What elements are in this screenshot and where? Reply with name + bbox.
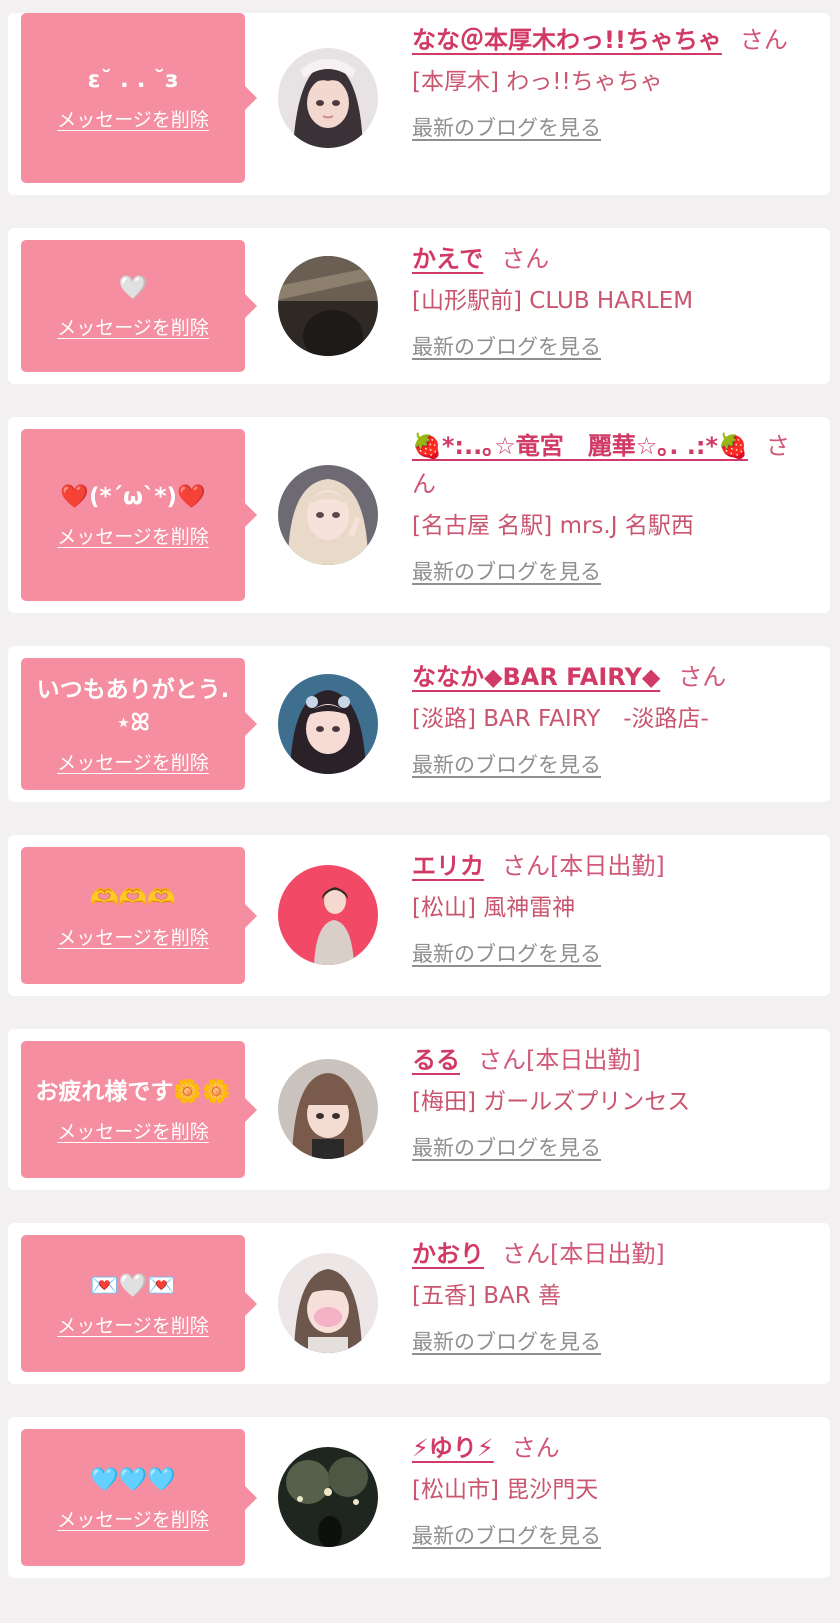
- avatar[interactable]: [278, 256, 378, 356]
- message-text: ε˘ . . ˘з: [87, 67, 179, 93]
- avatar-photo: [278, 48, 378, 148]
- message-text: 🫶🫶🫶: [90, 884, 176, 911]
- message-text: お疲れ様です🌼🌼: [35, 1078, 231, 1105]
- message-card: いつもありがとう.⋆ꕤ メッセージを削除 ななか◆BAR FAIRY◆ さん [淡…: [8, 646, 830, 802]
- shop-name: [松山] 風神雷神: [412, 895, 576, 921]
- view-blog-link[interactable]: 最新のブログを見る: [412, 1521, 601, 1551]
- message-card: 🫶🫶🫶 メッセージを削除 エリカ さん[本日出勤] [松山] 風神雷神 最新のブロ…: [8, 835, 830, 996]
- honorific: さん: [678, 663, 727, 691]
- avatar[interactable]: [278, 1253, 378, 1353]
- view-blog-link[interactable]: 最新のブログを見る: [412, 939, 601, 969]
- name-line: かおり さん[本日出勤]: [412, 1235, 808, 1273]
- shop-name: [五香] BAR 善: [412, 1283, 562, 1309]
- message-text: 🤍: [118, 275, 148, 301]
- message-text: 🩵🩵🩵: [90, 1466, 176, 1493]
- girl-name-link[interactable]: エリカ: [412, 852, 484, 880]
- message-text: ❤️(*´ω`*)❤️: [60, 484, 206, 510]
- honorific: さん: [511, 1434, 560, 1462]
- message-bubble: 🫶🫶🫶 メッセージを削除: [21, 847, 257, 984]
- avatar-photo: [278, 465, 378, 565]
- girl-name-link[interactable]: ⚡ゆり⚡: [412, 1434, 494, 1462]
- avatar-photo: [278, 674, 378, 774]
- delete-message-link[interactable]: メッセージを削除: [57, 313, 209, 340]
- shop-name: [名古屋 名駅] mrs.J 名駅西: [412, 513, 694, 539]
- message-text: 💌🤍💌: [90, 1272, 176, 1299]
- honorific: さん: [739, 26, 788, 54]
- girl-name-link[interactable]: 🍓*:..｡☆竜宮 麗華☆｡. .:*🍓: [412, 432, 748, 460]
- message-bubble: ❤️(*´ω`*)❤️ メッセージを削除: [21, 429, 257, 601]
- girl-name-link[interactable]: るる: [412, 1046, 460, 1074]
- honorific: さん: [501, 245, 550, 273]
- avatar[interactable]: [278, 674, 378, 774]
- message-bubble: 🤍 メッセージを削除: [21, 240, 257, 372]
- view-blog-link[interactable]: 最新のブログを見る: [412, 1133, 601, 1163]
- delete-message-link[interactable]: メッセージを削除: [57, 1311, 209, 1338]
- name-line: 🍓*:..｡☆竜宮 麗華☆｡. .:*🍓 さん: [412, 427, 808, 503]
- shop-name: [山形駅前] CLUB HARLEM: [412, 288, 694, 314]
- avatar-photo: [278, 865, 378, 965]
- delete-message-link[interactable]: メッセージを削除: [57, 1505, 209, 1532]
- honorific: さん: [502, 1240, 550, 1268]
- shop-name: [梅田] ガールズプリンセス: [412, 1089, 691, 1115]
- honorific: さん: [502, 852, 550, 880]
- delete-message-link[interactable]: メッセージを削除: [57, 1117, 209, 1144]
- shop-name: [松山市] 毘沙門天: [412, 1477, 599, 1503]
- message-card: 🩵🩵🩵 メッセージを削除 ⚡ゆり⚡ さん [松山市] 毘沙門天 最新のブログを見る: [8, 1417, 830, 1578]
- delete-message-link[interactable]: メッセージを削除: [57, 522, 209, 549]
- avatar[interactable]: [278, 1059, 378, 1159]
- avatar[interactable]: [278, 465, 378, 565]
- message-bubble: 💌🤍💌 メッセージを削除: [21, 1235, 257, 1372]
- avatar[interactable]: [278, 1447, 378, 1547]
- avatar[interactable]: [278, 48, 378, 148]
- avatar-photo: [278, 1447, 378, 1547]
- working-today-badge: [本日出勤]: [550, 852, 665, 880]
- girl-name-link[interactable]: かえで: [412, 245, 483, 273]
- avatar-photo: [278, 256, 378, 356]
- name-line: なな＠本厚木わっ!!ちゃちゃ さん: [412, 21, 808, 59]
- message-card: ❤️(*´ω`*)❤️ メッセージを削除 🍓*:..｡☆竜宮 麗華☆｡. .:*…: [8, 417, 830, 613]
- shop-name: [淡路] BAR FAIRY -淡路店-: [412, 706, 709, 732]
- delete-message-link[interactable]: メッセージを削除: [57, 105, 209, 132]
- name-line: ⚡ゆり⚡ さん: [412, 1429, 808, 1467]
- message-card: ε˘ . . ˘з メッセージを削除 なな＠本厚木わっ!!ちゃちゃ さん [本厚木…: [8, 13, 830, 195]
- view-blog-link[interactable]: 最新のブログを見る: [412, 113, 601, 143]
- girl-name-link[interactable]: なな＠本厚木わっ!!ちゃちゃ: [412, 26, 722, 54]
- delete-message-link[interactable]: メッセージを削除: [57, 923, 209, 950]
- name-line: るる さん[本日出勤]: [412, 1041, 808, 1079]
- message-card: 🤍 メッセージを削除 かえで さん [山形駅前] CLUB HARLEM 最新のブ…: [8, 228, 830, 384]
- message-list: ε˘ . . ˘з メッセージを削除 なな＠本厚木わっ!!ちゃちゃ さん [本厚木…: [0, 0, 840, 1578]
- honorific: さん: [478, 1046, 526, 1074]
- avatar[interactable]: [278, 865, 378, 965]
- view-blog-link[interactable]: 最新のブログを見る: [412, 1327, 601, 1357]
- working-today-badge: [本日出勤]: [550, 1240, 665, 1268]
- message-bubble: いつもありがとう.⋆ꕤ メッセージを削除: [21, 658, 257, 790]
- name-line: かえで さん: [412, 240, 808, 278]
- delete-message-link[interactable]: メッセージを削除: [57, 748, 209, 775]
- girl-name-link[interactable]: ななか◆BAR FAIRY◆: [412, 663, 660, 691]
- message-bubble: 🩵🩵🩵 メッセージを削除: [21, 1429, 257, 1566]
- message-card: お疲れ様です🌼🌼 メッセージを削除 るる さん[本日出勤] [梅田] ガールズプリ…: [8, 1029, 830, 1190]
- avatar-photo: [278, 1253, 378, 1353]
- message-bubble: お疲れ様です🌼🌼 メッセージを削除: [21, 1041, 257, 1178]
- shop-name: [本厚木] わっ!!ちゃちゃ: [412, 69, 663, 95]
- message-bubble: ε˘ . . ˘з メッセージを削除: [21, 13, 257, 183]
- message-card: 💌🤍💌 メッセージを削除 かおり さん[本日出勤] [五香] BAR 善 最新のブ…: [8, 1223, 830, 1384]
- view-blog-link[interactable]: 最新のブログを見る: [412, 332, 601, 362]
- girl-name-link[interactable]: かおり: [412, 1240, 484, 1268]
- message-text: いつもありがとう.⋆ꕤ: [36, 676, 230, 736]
- working-today-badge: [本日出勤]: [526, 1046, 641, 1074]
- view-blog-link[interactable]: 最新のブログを見る: [412, 750, 601, 780]
- avatar-photo: [278, 1059, 378, 1159]
- view-blog-link[interactable]: 最新のブログを見る: [412, 557, 601, 587]
- name-line: エリカ さん[本日出勤]: [412, 847, 808, 885]
- name-line: ななか◆BAR FAIRY◆ さん: [412, 658, 808, 696]
